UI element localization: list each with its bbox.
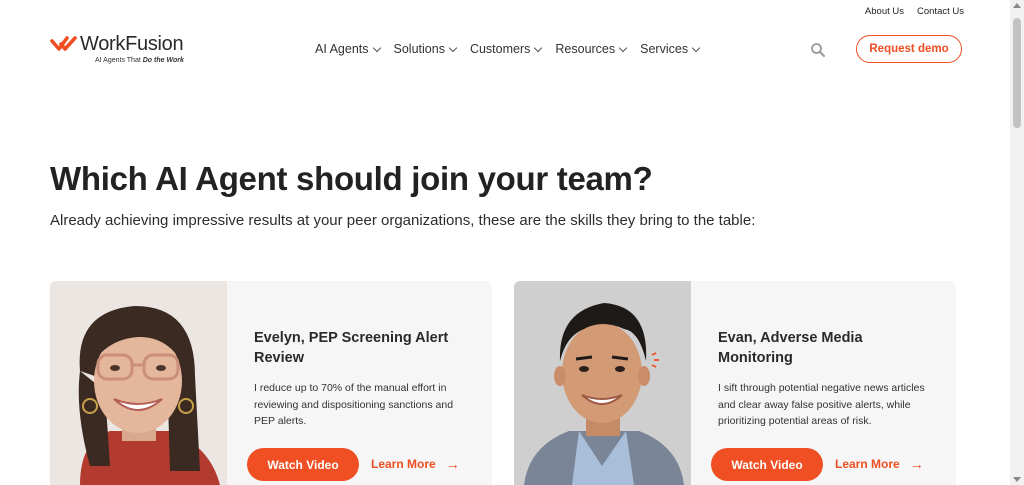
page-subtitle: Already achieving impressive results at … <box>50 212 756 229</box>
site-header: WorkFusion AI Agents That Do the Work AI… <box>0 30 1024 70</box>
main-nav: AI Agents Solutions Customers Resources … <box>315 42 701 56</box>
scroll-down-icon[interactable] <box>1013 477 1021 482</box>
page-title: Which AI Agent should join your team? <box>50 160 653 197</box>
chevron-down-icon <box>534 43 543 52</box>
nav-solutions[interactable]: Solutions <box>393 42 458 56</box>
chevron-down-icon <box>372 43 381 52</box>
nav-label: Resources <box>555 42 616 56</box>
brand-tagline: AI Agents That Do the Work <box>95 57 184 64</box>
contact-us-link[interactable]: Contact Us <box>917 6 964 17</box>
nav-customers[interactable]: Customers <box>469 42 543 56</box>
nav-label: Customers <box>469 42 531 56</box>
chevron-down-icon <box>691 43 701 52</box>
page-scrollbar[interactable] <box>1010 0 1024 485</box>
utility-links: About Us Contact Us <box>865 0 964 22</box>
nav-services[interactable]: Services <box>640 42 701 56</box>
arrow-right-icon: → <box>909 456 924 472</box>
learn-more-label: Learn More <box>371 457 436 471</box>
agent-card-evelyn: Evelyn, PEP Screening Alert Review I red… <box>50 281 492 485</box>
tagline-prefix: AI Agents That <box>95 57 143 64</box>
agent-title: Evelyn, PEP Screening Alert Review <box>254 330 449 366</box>
brand-name: WorkFusion <box>80 33 184 55</box>
scroll-up-icon[interactable] <box>1013 3 1021 8</box>
agent-photo-evan <box>514 281 691 485</box>
nav-label: Solutions <box>393 42 445 56</box>
chevron-down-icon <box>618 43 628 52</box>
agent-photo-evelyn <box>50 281 227 485</box>
nav-ai-agents[interactable]: AI Agents <box>315 42 381 56</box>
chevron-down-icon <box>448 43 458 52</box>
agent-description: I reduce up to 70% of the manual effort … <box>254 382 454 427</box>
learn-more-link[interactable]: Learn More → <box>835 457 924 471</box>
agent-title: Evan, Adverse Media Monitoring <box>718 330 863 366</box>
agent-card-evan: Evan, Adverse Media Monitoring I sift th… <box>514 281 956 485</box>
nav-label: AI Agents <box>315 42 369 56</box>
about-us-link[interactable]: About Us <box>865 6 904 17</box>
agent-description: I sift through potential negative news a… <box>718 382 925 427</box>
learn-more-link[interactable]: Learn More → <box>371 457 460 471</box>
logo-mark-icon <box>50 36 77 51</box>
tagline-emphasis: Do the Work <box>142 57 184 64</box>
arrow-right-icon: → <box>445 456 460 472</box>
request-demo-button[interactable]: Request demo <box>856 35 962 63</box>
learn-more-label: Learn More <box>835 457 900 471</box>
watch-video-button[interactable]: Watch Video <box>711 448 823 481</box>
search-icon[interactable] <box>810 42 826 58</box>
nav-label: Services <box>640 42 689 56</box>
nav-resources[interactable]: Resources <box>555 42 628 56</box>
scrollbar-thumb[interactable] <box>1013 18 1021 128</box>
watch-video-button[interactable]: Watch Video <box>247 448 359 481</box>
